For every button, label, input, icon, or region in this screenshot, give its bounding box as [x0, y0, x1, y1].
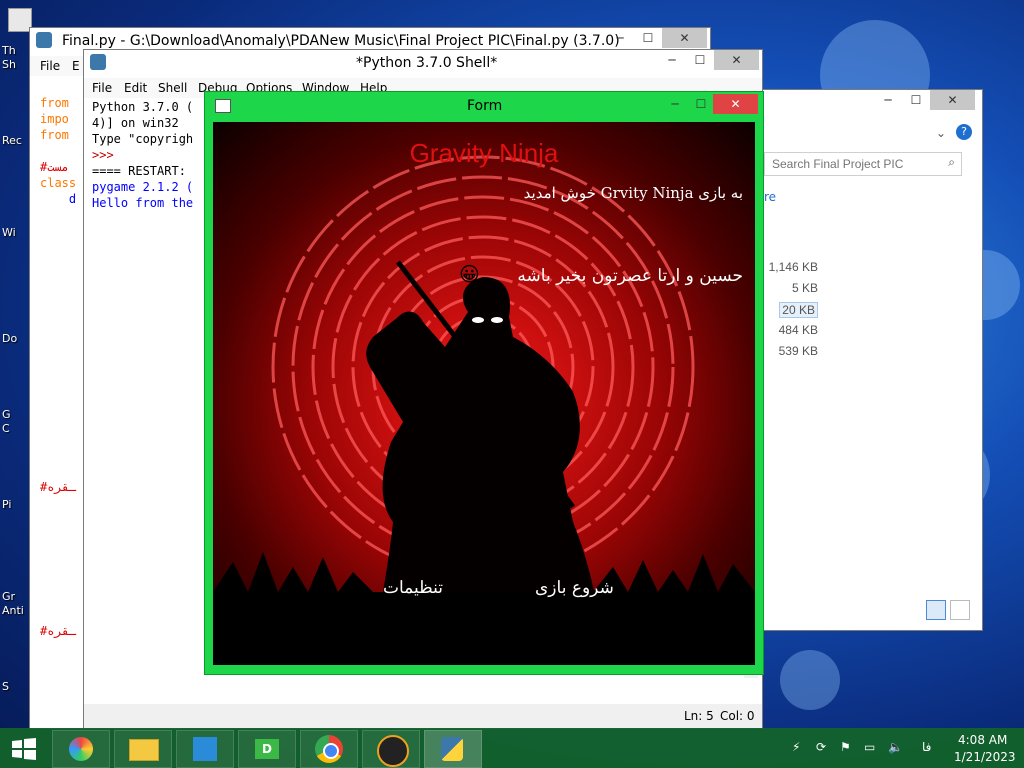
- close-button[interactable]: ✕: [713, 94, 758, 114]
- desktop-icon-label: S: [2, 680, 9, 693]
- dedication-label: حسین و ارتا عصرتون بخیر باشه: [517, 266, 743, 286]
- file-size: 1,146 KB: [768, 260, 818, 274]
- game-canvas: Gravity Ninja به بازی Grvity Ninja خوش ا…: [213, 122, 755, 665]
- desktop-icon-label: G: [2, 408, 11, 421]
- menu-edit[interactable]: E: [72, 59, 80, 73]
- menu-shell[interactable]: Shell: [158, 81, 187, 95]
- window-title: *Python 3.7.0 Shell*: [356, 55, 498, 71]
- clock-date[interactable]: 1/21/2023: [954, 750, 1016, 764]
- code-line: from: [40, 128, 69, 142]
- shell-output-line: 4)] on win32: [92, 116, 179, 130]
- minimize-button[interactable]: ─: [661, 94, 689, 114]
- language-indicator[interactable]: فا: [922, 740, 931, 754]
- shell-output-line: pygame 2.1.2 (: [92, 180, 194, 194]
- paint-app-icon[interactable]: [52, 730, 110, 768]
- desktop-icon-label: Pi: [2, 498, 12, 511]
- shell-prompt: >>>: [92, 148, 114, 162]
- line-indicator: Ln: 5: [684, 709, 714, 723]
- network-icon[interactable]: ⚡: [792, 740, 800, 754]
- menu-file[interactable]: File: [92, 81, 112, 95]
- minimize-button[interactable]: ─: [658, 50, 686, 70]
- close-button[interactable]: ✕: [662, 28, 707, 48]
- desktop-icon-label: C: [2, 422, 10, 435]
- python-icon: [90, 54, 106, 70]
- wallpaper-bokeh: [780, 650, 840, 710]
- shell-output-line: Hello from the: [92, 196, 194, 210]
- column-indicator: Col: 0: [720, 709, 755, 723]
- maximize-button[interactable]: ☐: [686, 50, 714, 70]
- sync-icon[interactable]: ⟳: [816, 740, 826, 754]
- clock-time[interactable]: 4:08 AM: [958, 733, 1007, 747]
- chrome-icon[interactable]: [300, 730, 358, 768]
- python-idle-icon[interactable]: [424, 730, 482, 768]
- shell-output-line: Type "copyrigh: [92, 132, 194, 146]
- desktop-icon-label: Th: [2, 44, 16, 57]
- desktop-icon-label: Wi: [2, 226, 16, 239]
- taskbar: D ⚡ ⟳ ⚑ ▭ 🔈 فا 4:08 AM 1/21/2023: [0, 728, 1024, 768]
- desktop-icon-label: Sh: [2, 58, 16, 71]
- windows-start-icon[interactable]: [12, 738, 36, 760]
- status-bar: Ln: 5 Col: 0: [84, 704, 762, 728]
- close-button[interactable]: ✕: [714, 50, 759, 70]
- gom-player-icon[interactable]: [362, 730, 420, 768]
- ninja-silhouette: [213, 260, 755, 665]
- code-line: #مست: [40, 160, 69, 174]
- window-title: Final.py - G:\Download\Anomaly\PDANew Mu…: [62, 33, 620, 49]
- minimize-button[interactable]: ─: [606, 28, 634, 48]
- menu-file[interactable]: File: [40, 59, 60, 73]
- maximize-button[interactable]: ☐: [902, 90, 930, 110]
- smiley-emoji: 😀: [459, 262, 480, 286]
- dedication-text: حسین و ارتا عصرتون بخیر باشه: [517, 266, 743, 286]
- details-view-icon[interactable]: [926, 600, 946, 620]
- partial-nav-text: re: [764, 190, 777, 204]
- close-button[interactable]: ✕: [930, 90, 975, 110]
- search-icon[interactable]: ⌕: [948, 155, 955, 170]
- comment-line: #ـقره: [40, 480, 77, 494]
- monitor-icon[interactable]: ▭: [864, 740, 875, 754]
- game-form-window: Form ─ ☐ ✕ Gravity Ninja به بازی Grvity …: [205, 92, 763, 674]
- minimize-button[interactable]: ─: [874, 90, 902, 110]
- chevron-down-icon[interactable]: ⌄: [936, 126, 946, 140]
- search-field[interactable]: ⌕: [764, 152, 962, 176]
- search-input[interactable]: [770, 156, 934, 172]
- desktop-icon-label: Do: [2, 332, 18, 345]
- help-icon[interactable]: ?: [956, 124, 972, 140]
- code-line: from: [40, 96, 69, 110]
- form-titlebar: Form ─ ☐ ✕: [205, 92, 763, 120]
- flag-icon[interactable]: ⚑: [840, 740, 851, 754]
- file-size: 539 KB: [778, 344, 818, 358]
- shell-output-line: ==== RESTART:: [92, 164, 194, 178]
- thumbnails-view-icon[interactable]: [950, 600, 970, 620]
- file-size[interactable]: 20 KB: [779, 302, 818, 318]
- file-size: 484 KB: [778, 323, 818, 337]
- game-title: Gravity Ninja: [409, 138, 559, 168]
- start-game-button[interactable]: شروع بازی: [535, 578, 614, 598]
- remote-app-icon[interactable]: [176, 730, 234, 768]
- code-line: impo: [40, 112, 69, 126]
- maximize-button[interactable]: ☐: [687, 94, 715, 114]
- menu-edit[interactable]: Edit: [124, 81, 147, 95]
- python-icon: [36, 32, 52, 48]
- desktop-icon-label: Gr: [2, 590, 16, 603]
- code-line: d: [40, 192, 77, 206]
- desktop-icon[interactable]: [8, 8, 32, 32]
- form-icon: [215, 99, 231, 113]
- settings-button[interactable]: تنظیمات: [383, 578, 443, 598]
- welcome-text: به بازی Grvity Ninja خوش امدید: [523, 184, 743, 202]
- file-explorer-icon[interactable]: [114, 730, 172, 768]
- file-explorer-window: ─ ☐ ✕ ⌄ ? ⌕ re 1,146 KB 5 KB 20 KB 484 K…: [740, 90, 982, 630]
- file-size: 5 KB: [791, 281, 818, 295]
- d-app-icon[interactable]: D: [238, 730, 296, 768]
- volume-icon[interactable]: 🔈: [888, 740, 903, 754]
- shell-titlebar: *Python 3.7.0 Shell* ─ ☐ ✕: [84, 50, 762, 76]
- window-title: Form: [467, 98, 503, 114]
- code-line: class: [40, 176, 77, 190]
- maximize-button[interactable]: ☐: [634, 28, 662, 48]
- desktop-icon-label: Rec: [2, 134, 22, 147]
- desktop-icon-label: Anti: [2, 604, 24, 617]
- shell-output-line: Python 3.7.0 (: [92, 100, 194, 114]
- explorer-titlebar: ─ ☐ ✕: [740, 90, 982, 116]
- comment-line: #ـقره: [40, 624, 77, 638]
